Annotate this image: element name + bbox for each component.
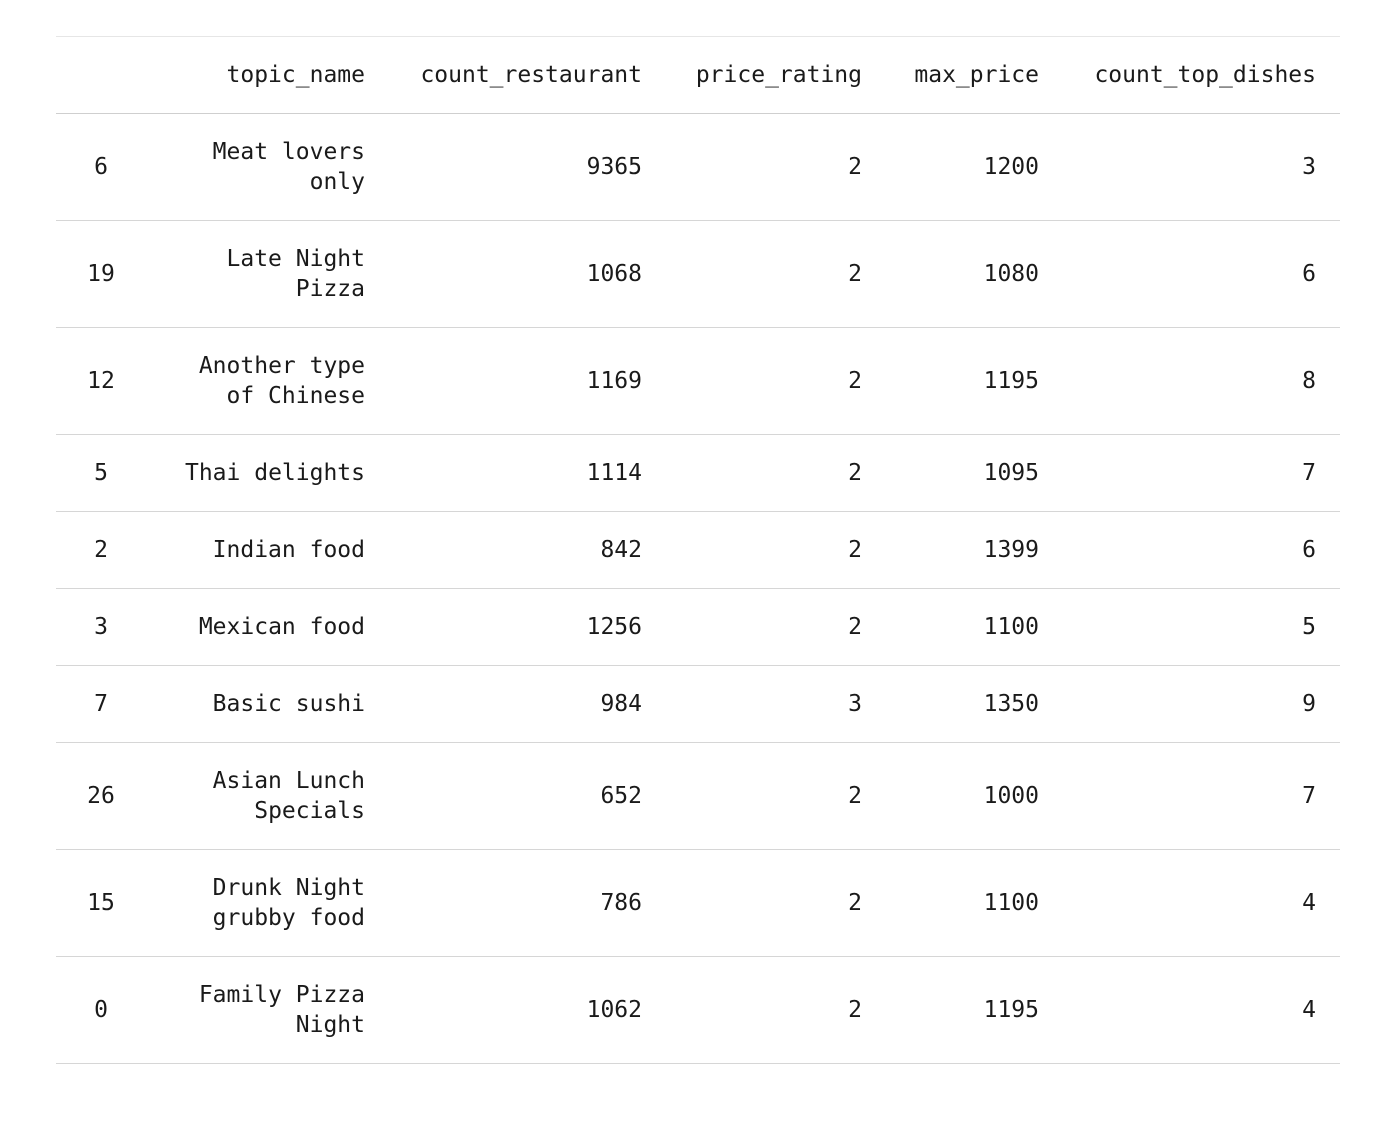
cell-price-rating: 3 (666, 665, 886, 743)
cell-max-price: 1399 (886, 511, 1063, 589)
topic-name-line: Indian food (212, 537, 365, 563)
cell-count-restaurant: 1114 (389, 434, 666, 512)
table-row: 12 Another type of Chinese 1169 2 1195 8 (56, 327, 1340, 435)
topic-name-line: Basic sushi (212, 691, 365, 717)
cell-max-price: 1350 (886, 665, 1063, 743)
cell-count-top-dishes: 4 (1063, 849, 1340, 957)
cell-count-restaurant: 984 (389, 665, 666, 743)
topic-name-line: grubby food (212, 905, 365, 931)
cell-price-rating: 2 (666, 220, 886, 328)
header-price-rating: price_rating (666, 36, 886, 114)
cell-count-top-dishes: 7 (1063, 434, 1340, 512)
cell-topic-name: Late Night Pizza (146, 220, 389, 328)
cell-topic-name: Basic sushi (146, 665, 389, 743)
cell-price-rating: 2 (666, 327, 886, 435)
cell-topic-name: Meat lovers only (146, 113, 389, 221)
header-count-top-dishes: count_top_dishes (1063, 36, 1340, 114)
cell-count-top-dishes: 9 (1063, 665, 1340, 743)
cell-index: 3 (56, 588, 146, 666)
cell-max-price: 1200 (886, 113, 1063, 221)
topic-name-line: Another type (198, 353, 365, 379)
cell-count-top-dishes: 7 (1063, 742, 1340, 850)
cell-max-price: 1100 (886, 849, 1063, 957)
topic-name-line: Thai delights (184, 460, 365, 486)
topic-name-line: Mexican food (198, 614, 365, 640)
topic-name-line: Late Night (226, 246, 365, 272)
header-max-price: max_price (886, 36, 1063, 114)
cell-index: 15 (56, 849, 146, 957)
cell-price-rating: 2 (666, 511, 886, 589)
cell-index: 5 (56, 434, 146, 512)
cell-count-top-dishes: 6 (1063, 511, 1340, 589)
cell-topic-name: Drunk Night grubby food (146, 849, 389, 957)
cell-index: 19 (56, 220, 146, 328)
cell-price-rating: 2 (666, 588, 886, 666)
cell-count-restaurant: 652 (389, 742, 666, 850)
cell-index: 0 (56, 956, 146, 1064)
topic-name-line: Drunk Night (212, 875, 365, 901)
header-topic-name: topic_name (146, 36, 389, 114)
table-row: 19 Late Night Pizza 1068 2 1080 6 (56, 220, 1340, 328)
table-row: 2 Indian food 842 2 1399 6 (56, 511, 1340, 589)
cell-count-top-dishes: 6 (1063, 220, 1340, 328)
table-header: topic_name count_restaurant price_rating… (56, 36, 1340, 114)
cell-count-top-dishes: 3 (1063, 113, 1340, 221)
cell-topic-name: Thai delights (146, 434, 389, 512)
cell-topic-name: Family Pizza Night (146, 956, 389, 1064)
cell-price-rating: 2 (666, 113, 886, 221)
table-row: 3 Mexican food 1256 2 1100 5 (56, 588, 1340, 666)
cell-count-restaurant: 786 (389, 849, 666, 957)
cell-max-price: 1000 (886, 742, 1063, 850)
header-count-restaurant: count_restaurant (389, 36, 666, 114)
cell-price-rating: 2 (666, 956, 886, 1064)
cell-count-top-dishes: 8 (1063, 327, 1340, 435)
table-row: 5 Thai delights 1114 2 1095 7 (56, 434, 1340, 512)
cell-topic-name: Indian food (146, 511, 389, 589)
topic-name-line: only (309, 169, 365, 195)
cell-count-restaurant: 9365 (389, 113, 666, 221)
table-row: 7 Basic sushi 984 3 1350 9 (56, 665, 1340, 743)
table-row: 6 Meat lovers only 9365 2 1200 3 (56, 113, 1340, 221)
cell-max-price: 1100 (886, 588, 1063, 666)
cell-max-price: 1195 (886, 327, 1063, 435)
cell-index: 6 (56, 113, 146, 221)
cell-price-rating: 2 (666, 742, 886, 850)
cell-topic-name: Asian Lunch Specials (146, 742, 389, 850)
cell-topic-name: Another type of Chinese (146, 327, 389, 435)
cell-max-price: 1080 (886, 220, 1063, 328)
topic-name-line: Night (295, 1012, 365, 1038)
cell-index: 26 (56, 742, 146, 850)
topic-name-line: of Chinese (226, 383, 365, 409)
header-index (56, 36, 146, 114)
table-row: 26 Asian Lunch Specials 652 2 1000 7 (56, 742, 1340, 850)
cell-count-top-dishes: 4 (1063, 956, 1340, 1064)
table-row: 0 Family Pizza Night 1062 2 1195 4 (56, 956, 1340, 1064)
cell-topic-name: Mexican food (146, 588, 389, 666)
table-row: 15 Drunk Night grubby food 786 2 1100 4 (56, 849, 1340, 957)
cell-index: 2 (56, 511, 146, 589)
dataframe-table-container: topic_name count_restaurant price_rating… (56, 36, 1340, 1064)
cell-count-top-dishes: 5 (1063, 588, 1340, 666)
cell-price-rating: 2 (666, 434, 886, 512)
cell-index: 7 (56, 665, 146, 743)
topic-name-line: Meat lovers (212, 139, 365, 165)
topic-name-line: Family Pizza (198, 982, 365, 1008)
dataframe-table: topic_name count_restaurant price_rating… (56, 36, 1340, 1064)
cell-price-rating: 2 (666, 849, 886, 957)
topic-name-line: Pizza (295, 276, 365, 302)
cell-count-restaurant: 842 (389, 511, 666, 589)
cell-count-restaurant: 1062 (389, 956, 666, 1064)
table-body: 6 Meat lovers only 9365 2 1200 3 19 Late Night Pi… (56, 113, 1340, 1064)
cell-index: 12 (56, 327, 146, 435)
cell-count-restaurant: 1068 (389, 220, 666, 328)
topic-name-line: Asian Lunch (212, 768, 365, 794)
cell-max-price: 1195 (886, 956, 1063, 1064)
cell-count-restaurant: 1256 (389, 588, 666, 666)
topic-name-line: Specials (254, 798, 365, 824)
cell-count-restaurant: 1169 (389, 327, 666, 435)
cell-max-price: 1095 (886, 434, 1063, 512)
header-row: topic_name count_restaurant price_rating… (56, 36, 1340, 114)
